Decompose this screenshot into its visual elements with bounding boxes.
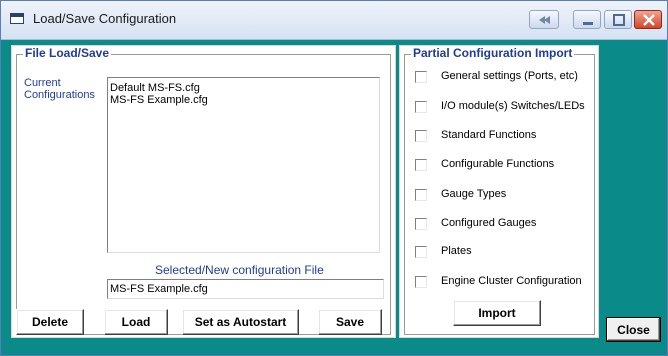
selected-file-label: Selected/New configuration File [155,263,324,277]
configurable-functions-checkbox[interactable] [415,159,427,171]
io-modules-checkbox[interactable] [415,101,427,113]
save-button[interactable]: Save [318,309,382,335]
back-arrows-button[interactable] [529,10,559,29]
configurations-listbox[interactable]: Default MS-FS.cfg MS-FS Example.cfg [107,77,380,253]
set-as-autostart-label: Set as Autostart [194,315,287,329]
load-save-configuration-window: Load/Save Configuration File Load/Save C… [0,0,668,356]
file-load-save-title: File Load/Save [23,46,112,60]
back-arrows-icon [539,16,550,24]
close-button-label: Close [617,322,650,337]
selected-file-input[interactable]: MS-FS Example.cfg [107,279,384,299]
gauge-types-label: Gauge Types [441,188,507,200]
configured-gauges-label: Configured Gauges [441,217,537,229]
file-load-save-panel: File Load/Save Current Configurations De… [11,45,396,338]
maximize-button[interactable] [604,10,632,29]
engine-cluster-checkbox[interactable] [415,276,427,288]
load-button-label: Load [121,315,151,329]
current-label-line2: Configurations [24,89,95,101]
list-item[interactable]: Default MS-FS.cfg [108,82,379,94]
delete-button-label: Delete [31,315,69,329]
io-modules-label: I/O module(s) Switches/LEDs [441,100,585,112]
plates-label: Plates [441,245,472,257]
general-settings-label: General settings (Ports, etc) [441,70,578,82]
maximize-icon [613,14,625,26]
partial-import-panel: Partial Configuration Import General set… [399,45,599,338]
title-bar[interactable]: Load/Save Configuration [1,1,667,40]
partial-import-title: Partial Configuration Import [411,46,575,60]
engine-cluster-label: Engine Cluster Configuration [441,275,582,287]
window-icon [10,13,24,24]
file-load-save-group: File Load/Save Current Configurations De… [16,46,391,335]
standard-functions-label: Standard Functions [441,129,537,141]
close-x-icon [643,14,655,26]
close-button[interactable]: Close [606,317,661,342]
configurable-functions-label: Configurable Functions [441,158,555,170]
partial-import-group: Partial Configuration Import General set… [404,46,595,335]
close-window-button[interactable] [634,10,662,29]
plates-checkbox[interactable] [415,246,427,258]
general-settings-checkbox[interactable] [415,71,427,83]
configured-gauges-checkbox[interactable] [415,218,427,230]
current-configurations-label: Current Configurations [24,77,95,101]
import-button-label: Import [478,306,516,320]
minimize-icon [583,22,593,25]
import-button[interactable]: Import [453,300,541,326]
save-button-label: Save [335,315,365,329]
standard-functions-checkbox[interactable] [415,130,427,142]
window-title: Load/Save Configuration [33,11,177,26]
list-item[interactable]: MS-FS Example.cfg [108,94,379,106]
gauge-types-checkbox[interactable] [415,189,427,201]
delete-button[interactable]: Delete [16,309,84,335]
current-label-line1: Current [24,77,61,89]
load-button[interactable]: Load [104,309,168,335]
set-as-autostart-button[interactable]: Set as Autostart [182,309,299,335]
minimize-button[interactable] [573,10,601,29]
